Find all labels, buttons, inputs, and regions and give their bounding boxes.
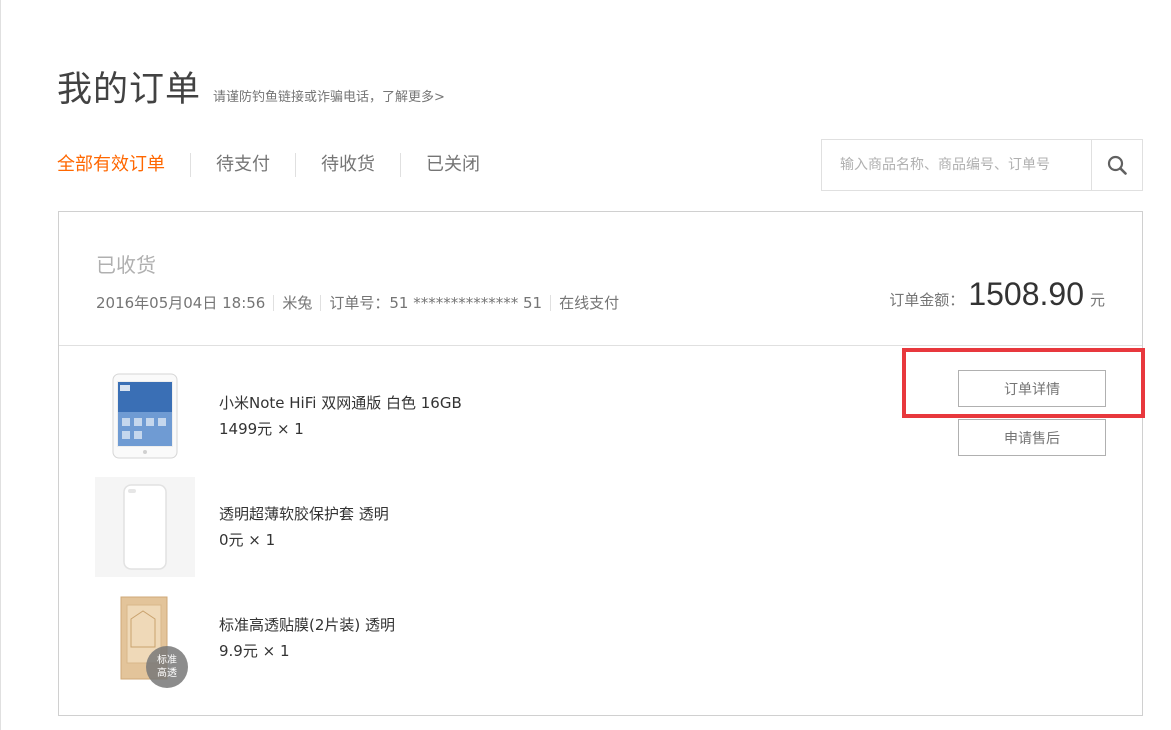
page-left-border — [0, 0, 1, 730]
after-sale-button[interactable]: 申请售后 — [958, 419, 1106, 456]
order-item: 标准 高透 标准高透贴膜(2片装) 透明 9.9元 × 1 — [95, 588, 395, 688]
tab-divider — [295, 153, 296, 177]
order-header: 已收货 2016年05月04日 18:56 米兔 订单号： 51 *******… — [59, 212, 1142, 346]
film-badge-text: 标准 — [157, 655, 177, 666]
item-price: 9.9元 × 1 — [219, 642, 290, 660]
film-badge-text: 高透 — [157, 668, 177, 679]
payment-method: 在线支付 — [559, 294, 620, 312]
total-label: 订单金额： — [889, 291, 965, 309]
item-name[interactable]: 透明超薄软胶保护套 透明 — [219, 501, 389, 527]
security-notice: 请谨防钓鱼链接或诈骗电话，了解更多> — [213, 90, 445, 105]
meta-divider — [320, 294, 322, 311]
page-title: 我的订单 — [57, 70, 202, 110]
item-price: 0元 × 1 — [219, 531, 276, 549]
tab-pending-receipt[interactable]: 待收货 — [321, 152, 375, 178]
order-number: 51 ************** 51 — [389, 293, 543, 312]
learn-more-link[interactable]: 了解更多> — [382, 90, 445, 105]
tab-pending-payment[interactable]: 待支付 — [216, 152, 270, 178]
meta-divider — [273, 294, 275, 311]
order-item: 小米Note HiFi 双网通版 白色 16GB 1499元 × 1 — [95, 366, 462, 466]
order-card: 已收货 2016年05月04日 18:56 米兔 订单号： 51 *******… — [58, 211, 1143, 716]
total-amount: 1508.90 — [968, 276, 1084, 312]
tab-divider — [400, 153, 401, 177]
order-item: 透明超薄软胶保护套 透明 0元 × 1 — [95, 477, 389, 577]
tab-all-valid-orders[interactable]: 全部有效订单 — [57, 152, 165, 178]
order-meta: 2016年05月04日 18:56 米兔 订单号： 51 ***********… — [96, 292, 619, 313]
total-unit: 元 — [1089, 291, 1105, 309]
case-thumbnail[interactable] — [95, 477, 195, 577]
item-name[interactable]: 小米Note HiFi 双网通版 白色 16GB — [219, 390, 462, 416]
item-name[interactable]: 标准高透贴膜(2片装) 透明 — [219, 612, 395, 638]
order-status: 已收货 — [96, 253, 156, 277]
search-icon — [1107, 155, 1127, 175]
page-header: 我的订单 请谨防钓鱼链接或诈骗电话，了解更多> — [57, 68, 445, 112]
order-date: 2016年05月04日 18:56 — [96, 294, 266, 312]
film-badge: 标准 高透 — [146, 646, 188, 688]
order-search — [821, 139, 1143, 191]
order-tabs: 全部有效订单 待支付 待收货 已关闭 — [57, 152, 480, 178]
meta-divider — [550, 294, 552, 311]
tab-closed[interactable]: 已关闭 — [426, 152, 480, 178]
tab-divider — [190, 153, 191, 177]
order-total: 订单金额： 1508.90 元 — [889, 276, 1105, 313]
phone-thumbnail[interactable] — [95, 366, 195, 466]
order-number-label: 订单号： — [329, 294, 390, 312]
item-info: 小米Note HiFi 双网通版 白色 16GB 1499元 × 1 — [219, 390, 462, 442]
search-button[interactable] — [1091, 140, 1142, 190]
item-info: 标准高透贴膜(2片装) 透明 9.9元 × 1 — [219, 612, 395, 664]
search-input[interactable] — [822, 140, 1092, 190]
screen-film-thumbnail[interactable]: 标准 高透 — [95, 588, 195, 688]
order-recipient: 米兔 — [282, 294, 313, 312]
order-detail-button[interactable]: 订单详情 — [958, 370, 1106, 407]
item-price: 1499元 × 1 — [219, 420, 304, 438]
item-info: 透明超薄软胶保护套 透明 0元 × 1 — [219, 501, 389, 553]
